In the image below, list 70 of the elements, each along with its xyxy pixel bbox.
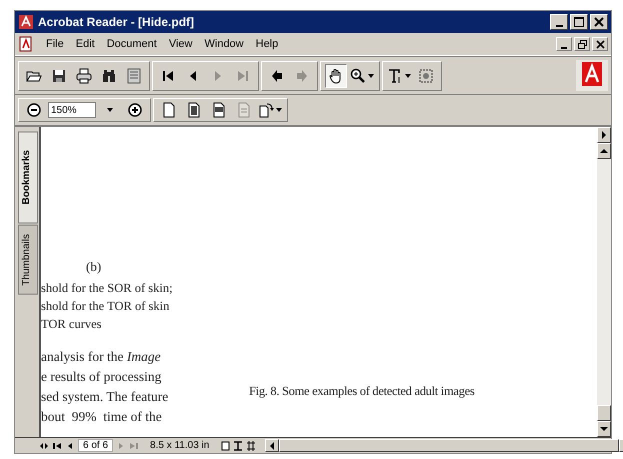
- text-line: analysis for the Image: [41, 348, 162, 366]
- page-icon: [161, 102, 177, 118]
- single-page-icon: [220, 440, 230, 450]
- printer-icon: [76, 68, 92, 84]
- triangle-icon: [599, 130, 609, 140]
- hand-tool-button[interactable]: [325, 64, 347, 88]
- binoculars-icon: [101, 68, 117, 84]
- rotate-page-icon: [258, 102, 274, 118]
- app-icon: [18, 14, 34, 30]
- single-page-button[interactable]: [220, 439, 230, 452]
- menu-item[interactable]: Document: [106, 38, 157, 50]
- menu-item[interactable]: Help: [256, 38, 278, 50]
- document-icon[interactable]: [18, 36, 34, 52]
- back-arrow-icon: [269, 68, 285, 84]
- menu-item[interactable]: Window: [204, 38, 244, 50]
- scroll-left-button[interactable]: [265, 439, 280, 452]
- logo-icon: [582, 62, 602, 86]
- plus-icon: [127, 102, 143, 118]
- save-icon: [51, 68, 67, 84]
- text-select-icon: [387, 68, 403, 84]
- facing-pages-button[interactable]: [246, 439, 256, 452]
- close-button[interactable]: [590, 14, 608, 30]
- text-line: e results of processing: [41, 368, 162, 386]
- continuous-pages-icon: [233, 440, 244, 450]
- minimize-button[interactable]: [556, 37, 572, 51]
- scroll-up-button[interactable]: [597, 143, 611, 159]
- zoom-tool-icon: [350, 68, 366, 84]
- up-arrow-icon: [599, 146, 609, 156]
- close-icon: [593, 16, 605, 28]
- double-arrow-icon: [39, 440, 49, 450]
- page-icon: [236, 102, 252, 118]
- minimize-button[interactable]: [550, 14, 568, 30]
- side-tab[interactable]: Thumbnails: [18, 225, 38, 296]
- page-icon: [211, 102, 227, 118]
- text-line: bout 99% time of the: [41, 408, 163, 426]
- first-page-icon: [52, 440, 62, 450]
- maximize-button[interactable]: [570, 14, 588, 30]
- restore-icon: [576, 38, 588, 50]
- restore-button[interactable]: [574, 37, 590, 51]
- text-line: sed system. The feature: [41, 388, 170, 406]
- zoom-field[interactable]: 150%: [48, 102, 96, 118]
- window-title: Acrobat Reader - [Hide.pdf]: [38, 15, 196, 29]
- minus-icon: [26, 102, 42, 118]
- maximize-icon: [573, 16, 585, 28]
- subfigure-label: (b): [85, 259, 102, 275]
- scroll-thumb[interactable]: [597, 405, 611, 421]
- close-icon: [594, 38, 606, 50]
- page-size-label: 8.5 x 11.03 in: [149, 440, 210, 451]
- menu-item[interactable]: View: [168, 38, 192, 50]
- side-tab[interactable]: Bookmarks: [18, 131, 38, 224]
- forward-arrow-icon: [294, 68, 310, 84]
- last-page-icon: [129, 440, 140, 450]
- page-number-field[interactable]: 6 of 6: [78, 439, 114, 452]
- graphics-select-icon: [418, 68, 434, 84]
- text-line: shold for the SOR of skin;: [41, 280, 174, 297]
- scroll-down-button[interactable]: [597, 421, 611, 437]
- rotate-button[interactable]: [258, 101, 283, 119]
- menu-item[interactable]: File: [46, 38, 64, 50]
- minimize-icon: [556, 24, 562, 26]
- close-button[interactable]: [592, 37, 608, 51]
- page-icon: [186, 102, 202, 118]
- text-line: shold for the TOR of skin: [41, 298, 170, 315]
- text-line: TOR curves: [41, 316, 103, 333]
- facing-pages-icon: [246, 440, 256, 450]
- menu-item[interactable]: Edit: [76, 38, 95, 50]
- minimize-icon: [561, 46, 567, 48]
- page-list-icon: [126, 68, 142, 84]
- figure-caption: Fig. 8. Some examples of detected adult images: [249, 384, 474, 399]
- down-arrow-icon: [599, 424, 609, 434]
- split-button[interactable]: [597, 127, 611, 143]
